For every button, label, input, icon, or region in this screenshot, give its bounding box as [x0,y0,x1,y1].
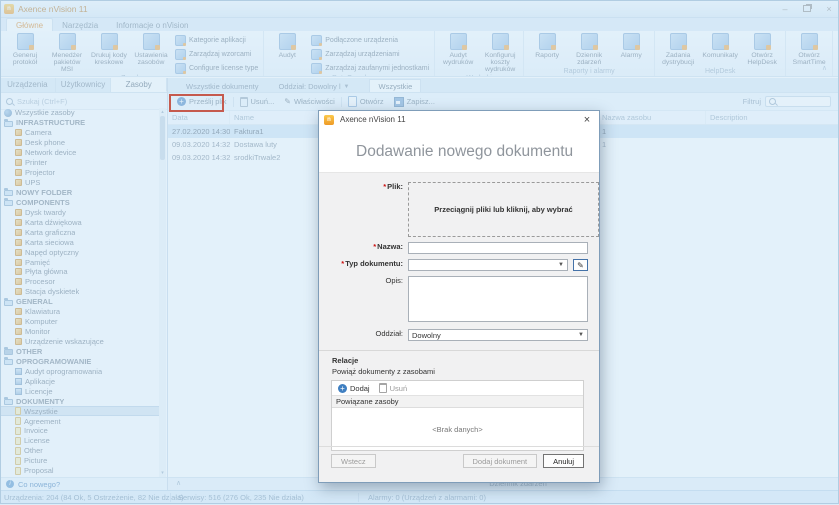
required-asterisk: * [373,242,376,251]
type-label: *Typ dokumentu: [319,259,408,271]
trash-icon [379,383,387,393]
relations-title: Relacje [319,356,599,365]
required-asterisk: * [341,259,344,268]
add-document-dialog: n Axence nVision 11 × Dodawanie nowego d… [318,110,600,483]
edit-types-button[interactable]: ✎ [573,259,588,271]
dialog-close-icon[interactable]: × [580,114,594,126]
remove-relation-button[interactable]: Usuń [379,383,408,393]
relations-empty-state: <Brak danych> [332,408,583,450]
cancel-button[interactable]: Anuluj [543,454,584,468]
dialog-footer: Wstecz Dodaj dokument Anuluj [319,446,599,482]
back-button[interactable]: Wstecz [331,454,376,468]
dialog-app-icon: n [324,115,334,125]
plus-icon: + [338,384,347,393]
type-select[interactable]: ▼ [408,259,568,271]
dialog-heading: Dodawanie nowego dokumentu [319,128,599,173]
add-relation-button[interactable]: + Dodaj [338,384,370,393]
dialog-title: Axence nVision 11 [340,115,406,124]
dialog-form: *Plik: Przeciągnij pliki lub kliknij, ab… [319,173,599,451]
add-document-button[interactable]: Dodaj dokument [463,454,538,468]
relations-toolbar: + Dodaj Usuń [332,381,583,396]
branch-label: Oddział: [319,329,408,341]
annotation-highlight [169,94,224,112]
description-textarea[interactable] [408,276,588,322]
file-dropzone[interactable]: Przeciągnij pliki lub kliknij, aby wybra… [408,182,599,237]
description-label: Opis: [319,276,408,322]
section-divider [319,350,599,351]
name-label: *Nazwa: [319,242,408,254]
relations-subtitle: Powiąż dokumenty z zasobami [319,367,599,376]
name-input[interactable] [408,242,588,254]
chevron-down-icon: ▼ [558,262,564,268]
branch-select[interactable]: Dowolny ▼ [408,329,588,341]
dialog-titlebar: n Axence nVision 11 × [319,111,599,128]
pencil-icon: ✎ [577,261,584,270]
relations-panel: + Dodaj Usuń Powiązane zasoby <Brak dany… [331,380,584,451]
relations-column-header: Powiązane zasoby [332,396,583,408]
chevron-down-icon: ▼ [578,332,584,338]
file-label: *Plik: [319,182,408,237]
required-asterisk: * [383,182,386,191]
